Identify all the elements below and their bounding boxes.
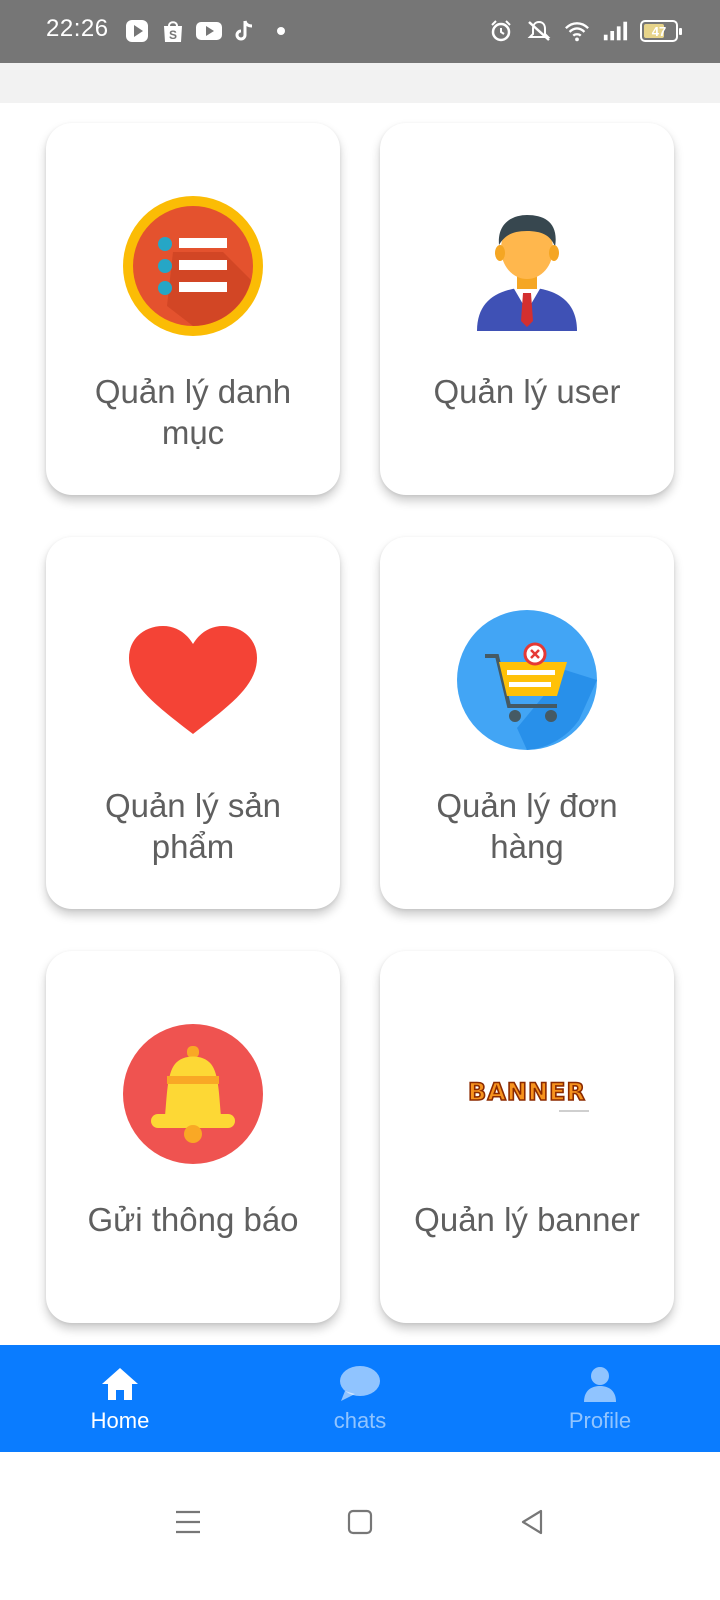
svg-text:S: S — [169, 28, 177, 42]
play-icon — [124, 18, 150, 44]
card-banner-management[interactable]: BANNER Quản lý banner — [380, 951, 674, 1323]
alarm-icon — [488, 18, 514, 44]
home-icon — [98, 1364, 142, 1404]
status-bar: 22:26 S 47 — [0, 0, 720, 63]
nav-label: chats — [333, 1407, 387, 1433]
nav-profile[interactable]: Profile — [480, 1345, 720, 1452]
card-label: Quản lý banner — [414, 1201, 640, 1238]
system-status-icons: 47 — [488, 18, 682, 44]
youtube-icon — [196, 18, 222, 44]
tiktok-icon — [232, 18, 258, 44]
shopee-icon: S — [160, 18, 186, 44]
nav-label: Home — [90, 1407, 150, 1433]
wifi-icon — [564, 18, 590, 44]
svg-text:BANNER: BANNER — [468, 1078, 586, 1106]
signal-icon — [602, 18, 628, 44]
status-time: 22:26 — [46, 15, 109, 42]
home-square-icon[interactable] — [340, 1502, 380, 1542]
category-list-icon — [46, 195, 340, 337]
card-label: Gửi thông báo — [87, 1201, 299, 1238]
card-label: Quản lý danh mục — [94, 373, 292, 451]
menu-icon[interactable] — [168, 1502, 208, 1542]
card-label: Quản lý user — [433, 373, 621, 410]
nav-chats[interactable]: chats — [240, 1345, 480, 1452]
header-spacer — [0, 63, 720, 103]
battery-level: 47 — [651, 23, 667, 39]
shopping-cart-icon — [380, 609, 674, 751]
dashboard-grid: Quản lý danh mục Quản lý user Quản lý sả… — [0, 103, 720, 1345]
notification-icons: S — [124, 18, 294, 44]
banner-logo: BANNER — [467, 1077, 586, 1106]
dot-icon — [268, 18, 294, 44]
chat-bubble-icon — [338, 1364, 382, 1404]
card-label: Quản lý đơn hàng — [436, 787, 618, 865]
nav-label: Profile — [568, 1407, 632, 1433]
nav-home[interactable]: Home — [0, 1345, 240, 1452]
card-product-management[interactable]: Quản lý sản phẩm — [46, 537, 340, 909]
card-category-management[interactable]: Quản lý danh mục — [46, 123, 340, 495]
user-avatar-icon — [380, 195, 674, 337]
battery-icon: 47 — [640, 20, 682, 42]
bottom-nav: Home chats Profile — [0, 1345, 720, 1452]
back-icon[interactable] — [512, 1502, 552, 1542]
heart-icon — [46, 609, 340, 751]
card-send-notification[interactable]: Gửi thông báo — [46, 951, 340, 1323]
banner-icon: BANNER — [380, 1023, 674, 1165]
card-user-management[interactable]: Quản lý user — [380, 123, 674, 495]
system-nav-bar — [0, 1452, 720, 1600]
card-order-management[interactable]: Quản lý đơn hàng — [380, 537, 674, 909]
bell-icon — [46, 1023, 340, 1165]
mute-icon — [526, 18, 552, 44]
person-icon — [578, 1364, 622, 1404]
card-label: Quản lý sản phẩm — [104, 787, 282, 865]
